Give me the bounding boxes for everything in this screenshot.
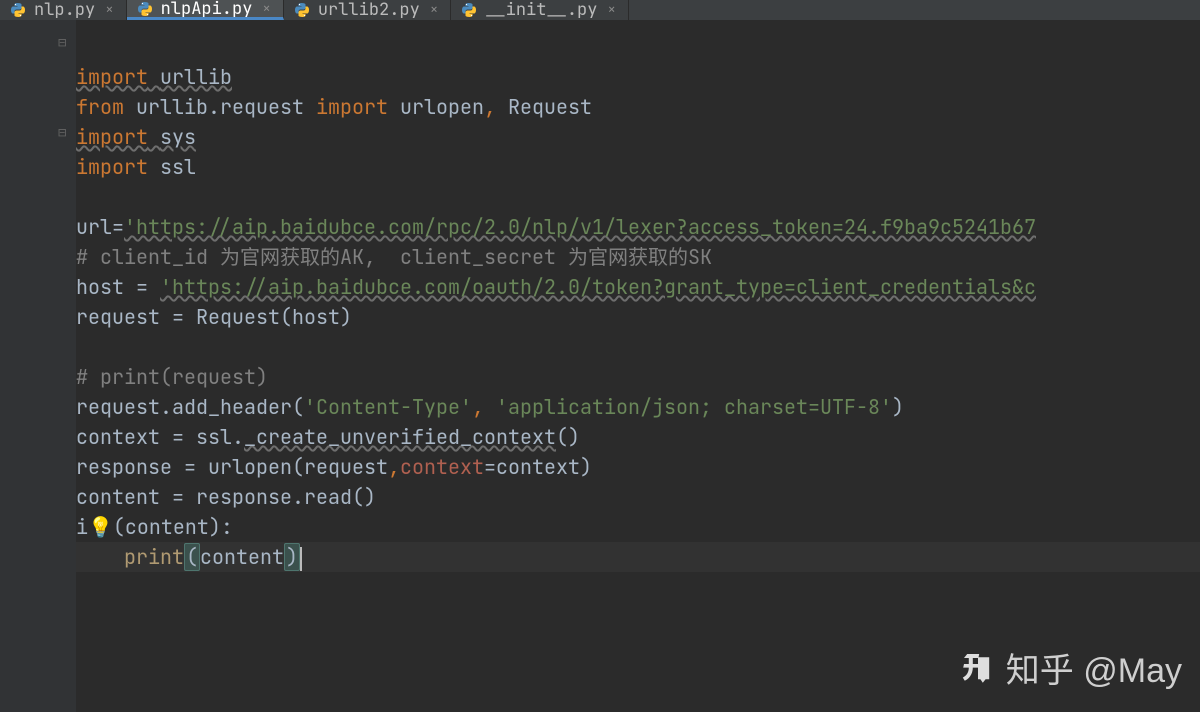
- watermark-text: 知乎 @May: [1006, 643, 1182, 692]
- close-icon[interactable]: ×: [428, 1, 440, 19]
- code-line: request = Request(host): [76, 304, 352, 330]
- code-line: from urllib.request import urlopen, Requ…: [76, 94, 592, 120]
- code-line: url='https://aip.baidubce.com/rpc/2.0/nl…: [76, 214, 1036, 240]
- code-line: request.add_header('Content-Type', 'appl…: [76, 394, 904, 420]
- tab-label: urllib2.py: [318, 0, 420, 20]
- code-line: context = ssl._create_unverified_context…: [76, 424, 580, 450]
- code-line: # client_id 为官网获取的AK, client_secret 为官网获…: [76, 244, 712, 270]
- code-line: import urllib: [76, 64, 232, 90]
- tab-nlp[interactable]: nlp.py ×: [0, 0, 127, 20]
- caret: [300, 547, 302, 571]
- watermark: 知乎 @May: [956, 643, 1182, 692]
- code-line: print(content): [76, 542, 1200, 572]
- editor: ⊟ ⊟ import urllib from urllib.request im…: [0, 20, 1200, 712]
- tab-bar: nlp.py × nlpApi.py × urllib2.py × __init…: [0, 0, 1200, 20]
- close-icon[interactable]: ×: [260, 0, 272, 18]
- code-line: host = 'https://aip.baidubce.com/oauth/2…: [76, 274, 1036, 300]
- python-icon: [10, 2, 26, 18]
- zhihu-icon: [956, 648, 996, 688]
- gutter[interactable]: ⊟ ⊟: [0, 20, 76, 712]
- code-line: i💡(content):: [76, 514, 233, 540]
- tab-label: nlp.py: [34, 0, 95, 20]
- code-line: response = urlopen(request,context=conte…: [76, 454, 592, 480]
- code-line: [76, 334, 88, 360]
- code-line: # print(request): [76, 364, 268, 390]
- fold-icon[interactable]: ⊟: [58, 124, 66, 142]
- python-icon: [461, 2, 477, 18]
- close-icon[interactable]: ×: [103, 1, 115, 19]
- python-icon: [137, 1, 153, 17]
- close-icon[interactable]: ×: [605, 1, 617, 19]
- code-area[interactable]: import urllib from urllib.request import…: [76, 20, 1200, 712]
- tab-init[interactable]: __init__.py ×: [451, 0, 629, 20]
- code-line: import ssl: [76, 154, 196, 180]
- fold-icon[interactable]: ⊟: [58, 34, 66, 52]
- tab-label: __init__.py: [485, 0, 597, 20]
- code-line: [76, 184, 88, 210]
- python-icon: [294, 2, 310, 18]
- code-line: content = response.read(): [76, 484, 376, 510]
- tab-urllib2[interactable]: urllib2.py ×: [284, 0, 451, 20]
- tab-label: nlpApi.py: [161, 0, 253, 20]
- intention-bulb-icon[interactable]: 💡: [88, 514, 113, 540]
- code-line: import sys: [76, 124, 196, 150]
- tab-nlpapi[interactable]: nlpApi.py ×: [127, 0, 284, 20]
